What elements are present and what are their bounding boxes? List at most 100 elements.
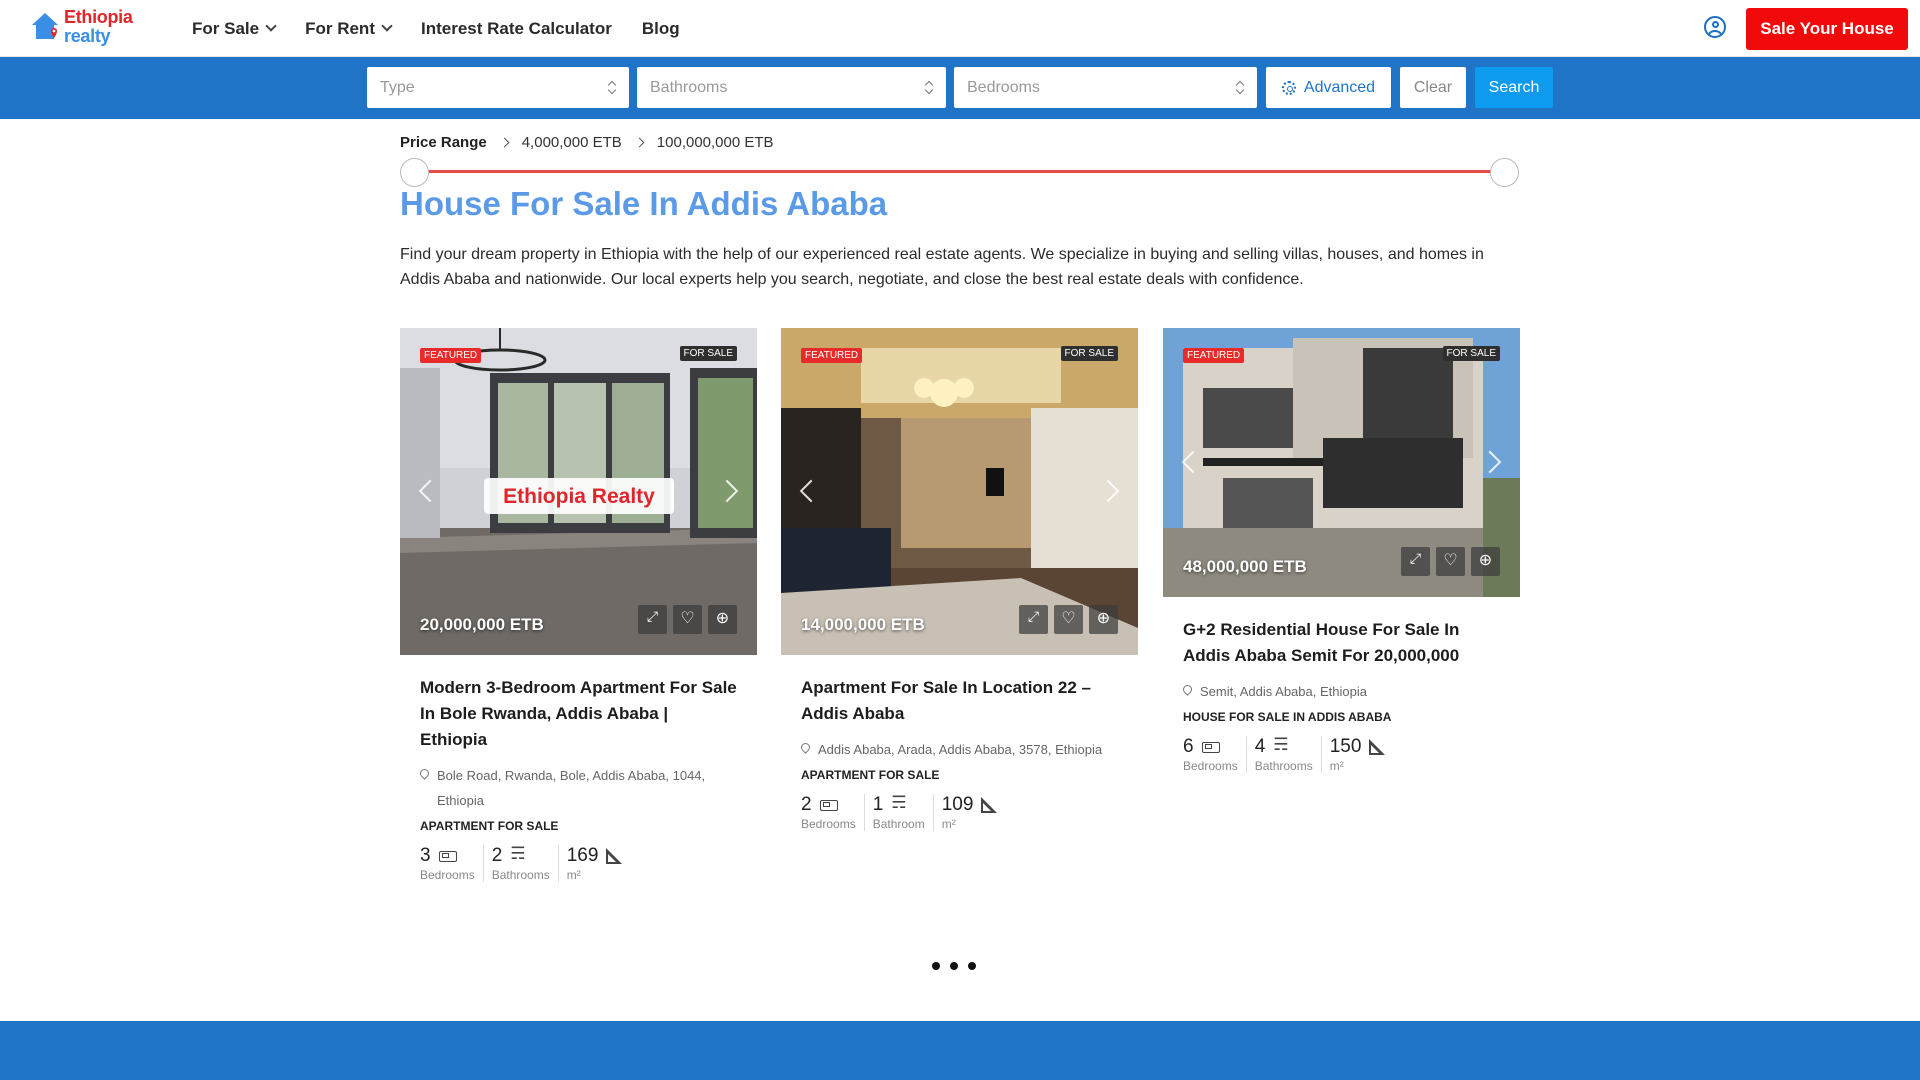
area-unit: m² (941, 817, 956, 831)
property-category[interactable]: APARTMENT FOR SALE (420, 819, 737, 833)
nav-for-rent[interactable]: For Rent (305, 18, 393, 39)
property-category[interactable]: HOUSE FOR SALE IN ADDIS ABABA (1183, 710, 1500, 724)
property-image-apartment-room[interactable]: Ethiopia Realty FEATURED FOR SALE 20,000… (400, 328, 757, 655)
card-actions (1019, 605, 1118, 634)
feature-bedrooms: 2 Bedrooms (801, 794, 864, 831)
bedrooms-select-placeholder: Bedrooms (967, 79, 1040, 96)
expand-icon[interactable] (1401, 547, 1430, 576)
type-select-placeholder: Type (380, 79, 415, 96)
property-card[interactable]: FEATURED FOR SALE 14,000,000 ETB Apartme… (781, 328, 1138, 831)
ethiopia-realty-logo[interactable]: Ethiopia realty (30, 7, 140, 47)
expand-icon[interactable] (1019, 605, 1048, 634)
price-range-label: Price Range (400, 133, 487, 151)
chevron-right-icon (634, 137, 645, 147)
property-address-text: Addis Ababa, Arada, Addis Ababa, 3578, E… (818, 742, 1103, 757)
property-features: 3 Bedrooms 2 Bathrooms 169 m² (420, 844, 737, 882)
carousel-dot[interactable] (968, 962, 976, 970)
carousel-dot[interactable] (950, 962, 958, 970)
property-features: 6 Bedrooms 4 Bathrooms 150 m² (1183, 735, 1500, 773)
bedrooms-label: Bedrooms (801, 817, 856, 831)
bedrooms-label: Bedrooms (420, 868, 475, 882)
feature-area: 150 m² (1320, 736, 1394, 773)
bedrooms-count: 3 (420, 845, 431, 866)
shower-icon (891, 793, 909, 813)
price-range-min-handle[interactable] (400, 158, 429, 187)
bathrooms-select-placeholder: Bathrooms (650, 79, 728, 96)
feature-area: 109 m² (932, 794, 1006, 831)
property-card[interactable]: Ethiopia Realty FEATURED FOR SALE 20,000… (400, 328, 757, 882)
feature-bedrooms: 3 Bedrooms (420, 845, 483, 882)
page-title: House For Sale In Addis Ababa (400, 185, 888, 222)
search-button[interactable]: Search (1475, 67, 1553, 108)
add-compare-icon[interactable] (708, 605, 737, 634)
location-pin-icon (1181, 683, 1194, 696)
property-title[interactable]: Modern 3-Bedroom Apartment For Sale In B… (420, 675, 737, 753)
nav-interest-rate-calculator-label: Interest Rate Calculator (420, 18, 612, 38)
property-address-text: Semit, Addis Ababa, Ethiopia (1200, 684, 1367, 699)
property-card-body: Apartment For Sale In Location 22 – Addi… (781, 655, 1138, 831)
advanced-button-label: Advanced (1303, 78, 1376, 96)
property-card[interactable]: FEATURED FOR SALE 48,000,000 ETB G+2 Res… (1163, 328, 1520, 773)
bathrooms-label: Bathroom (872, 817, 925, 831)
property-address: Addis Ababa, Arada, Addis Ababa, 3578, E… (799, 737, 1118, 762)
heart-icon[interactable] (1436, 547, 1465, 576)
price-range-min: 4,000,000 ETB (521, 133, 622, 151)
chevron-down-icon (265, 20, 277, 32)
bedrooms-count: 6 (1183, 736, 1194, 757)
bedrooms-label: Bedrooms (1183, 759, 1238, 773)
bathrooms-select[interactable]: Bathrooms (637, 67, 946, 108)
shower-icon (1273, 735, 1291, 755)
top-navigation-bar: Ethiopia realty For Sale For Rent Intere… (0, 0, 1920, 57)
property-price: 20,000,000 ETB (420, 615, 544, 634)
area-value: 169 (566, 845, 599, 866)
add-compare-icon[interactable] (1089, 605, 1118, 634)
price-range-breadcrumb: Price Range 4,000,000 ETB 100,000,000 ET… (400, 130, 774, 154)
property-category[interactable]: APARTMENT FOR SALE (801, 768, 1118, 782)
area-value: 150 (1329, 736, 1362, 757)
property-card-body: Modern 3-Bedroom Apartment For Sale In B… (400, 655, 757, 882)
area-value: 109 (941, 794, 974, 815)
property-title[interactable]: Apartment For Sale In Location 22 – Addi… (801, 675, 1118, 727)
nav-interest-rate-calculator[interactable]: Interest Rate Calculator (421, 19, 612, 39)
price-range-max-handle[interactable] (1490, 158, 1519, 187)
area-unit: m² (566, 868, 581, 882)
gear-icon (1281, 80, 1296, 95)
location-pin-icon (418, 767, 431, 780)
watermark-text: Ethiopia Realty (503, 485, 655, 508)
area-ruler-icon (606, 848, 623, 864)
nav-for-rent-label: For Rent (305, 18, 375, 38)
user-body-shape (1708, 30, 1722, 36)
type-select[interactable]: Type (367, 67, 629, 108)
nav-blog[interactable]: Blog (642, 19, 680, 39)
advanced-button[interactable]: Advanced (1266, 67, 1391, 108)
nav-for-sale[interactable]: For Sale (192, 19, 277, 39)
bathrooms-count: 4 (1254, 736, 1266, 757)
carousel-dot[interactable] (932, 962, 940, 970)
price-range-track[interactable] (414, 170, 1506, 173)
bathrooms-count: 1 (872, 794, 884, 815)
select-arrows-icon (1236, 81, 1244, 94)
user-account-icon[interactable] (1704, 16, 1726, 38)
featured-badge: FEATURED (801, 348, 863, 363)
expand-icon[interactable] (638, 605, 667, 634)
property-address: Semit, Addis Ababa, Ethiopia (1181, 679, 1500, 704)
featured-badge: FEATURED (420, 348, 482, 363)
property-image-house-exterior[interactable]: FEATURED FOR SALE 48,000,000 ETB (1163, 328, 1520, 597)
bedrooms-select[interactable]: Bedrooms (954, 67, 1257, 108)
heart-icon[interactable] (673, 605, 702, 634)
clear-button[interactable]: Clear (1400, 67, 1466, 108)
card-actions (1401, 547, 1500, 576)
property-image-living-room[interactable]: FEATURED FOR SALE 14,000,000 ETB (781, 328, 1138, 655)
feature-bathrooms: 1 Bathroom (863, 793, 933, 831)
status-badge: FOR SALE (1060, 346, 1118, 361)
heart-icon[interactable] (1054, 605, 1083, 634)
sale-your-house-button[interactable]: Sale Your House (1746, 8, 1908, 50)
status-badge: FOR SALE (1442, 346, 1500, 361)
carousel-pagination (932, 962, 976, 970)
property-features: 2 Bedrooms 1 Bathroom 109 m² (801, 793, 1118, 831)
footer-band (0, 1021, 1920, 1080)
property-title[interactable]: G+2 Residential House For Sale In Addis … (1183, 617, 1500, 669)
area-ruler-icon (981, 797, 998, 813)
property-card-body: G+2 Residential House For Sale In Addis … (1163, 597, 1520, 773)
add-compare-icon[interactable] (1471, 547, 1500, 576)
